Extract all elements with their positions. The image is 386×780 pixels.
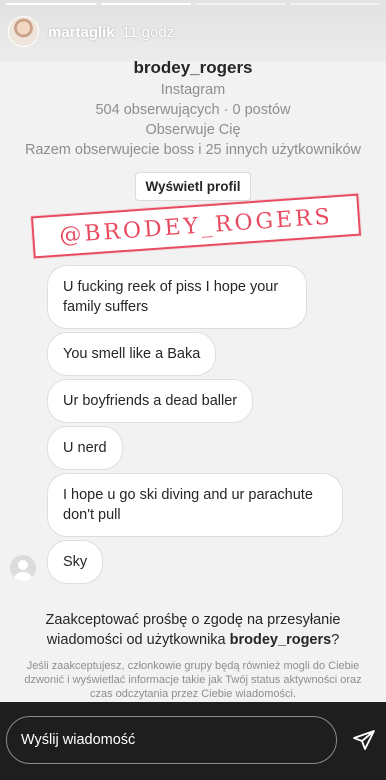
message-bubble: U fucking reek of piss I hope your famil…	[47, 265, 307, 329]
message-bubble: You smell like a Baka	[47, 332, 217, 376]
profile-stats: 504 obserwujących · 0 postów	[95, 102, 291, 118]
story-progress	[6, 3, 380, 5]
message-text: Sky	[63, 554, 88, 570]
message-bubble: U nerd	[47, 426, 123, 470]
mention-sticker[interactable]: @BRODEY_ROGERS	[30, 193, 362, 259]
request-info: Jeśli zaakceptujesz, członkowie grupy bę…	[24, 660, 362, 700]
story-time: 11 godz.	[122, 24, 179, 41]
request-question-mark: ?	[331, 632, 340, 648]
message-bubble: I hope u go ski diving and ur parachute …	[47, 473, 343, 537]
message-bubble: Sky	[47, 540, 104, 584]
reply-bar: Wyślij wiadomość	[0, 702, 386, 780]
message-bubble: Ur boyfriends a dead baller	[47, 379, 254, 423]
send-message-input[interactable]: Wyślij wiadomość	[6, 716, 337, 764]
profile-mutual: Razem obserwujecie boss i 25 innych użyt…	[24, 142, 362, 158]
profile-card: brodey_rogers Instagram 504 obserwującyc…	[0, 52, 386, 201]
progress-segment	[100, 3, 191, 5]
progress-segment	[6, 3, 97, 5]
message-text: I hope u go ski diving and ur parachute …	[63, 487, 313, 523]
message-request: Zaakceptować prośbę o zgodę na przesyłan…	[0, 610, 386, 701]
avatar[interactable]	[10, 555, 36, 581]
view-profile-button[interactable]: Wyświetl profil	[135, 172, 251, 201]
profile-platform: Instagram	[160, 82, 226, 98]
progress-segment	[195, 3, 286, 5]
request-question: Zaakceptować prośbę o zgodę na przesyłan…	[0, 610, 386, 650]
story-username[interactable]: martaglik	[48, 24, 115, 41]
message-text: U fucking reek of piss I hope your famil…	[63, 279, 279, 315]
mention-sticker-text: @BRODEY_ROGERS	[58, 203, 334, 249]
send-message-placeholder: Wyślij wiadomość	[21, 732, 136, 748]
send-icon[interactable]	[352, 728, 376, 752]
message-text: U nerd	[63, 440, 107, 456]
request-username: brodey_rogers	[229, 632, 332, 648]
message-text: You smell like a Baka	[63, 346, 201, 362]
avatar-placeholder-icon	[14, 560, 32, 581]
story-avatar[interactable]	[8, 16, 39, 47]
profile-username: brodey_rogers	[133, 58, 253, 77]
profile-follows-you: Obserwuje Cię	[145, 122, 241, 138]
message-text: Ur boyfriends a dead baller	[63, 393, 238, 409]
progress-segment	[289, 3, 380, 5]
